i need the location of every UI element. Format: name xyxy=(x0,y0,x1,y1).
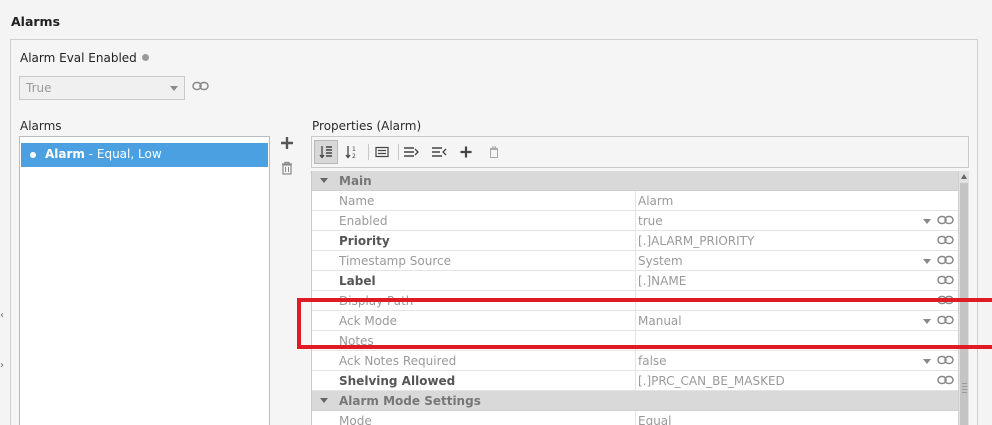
property-value-text: [.]ALARM_PRIORITY xyxy=(638,234,755,248)
property-value[interactable]: System xyxy=(635,251,935,271)
property-value[interactable]: [.]NAME xyxy=(635,271,935,291)
property-value-text: Alarm xyxy=(638,194,674,208)
alarms-list-label: Alarms xyxy=(20,119,62,133)
chevron-down-icon xyxy=(170,86,178,91)
property-value[interactable]: Equal xyxy=(635,411,935,425)
alarms-list[interactable]: Alarm - Equal, Low xyxy=(19,136,270,425)
collapse-triangle-icon xyxy=(320,178,328,183)
status-dot xyxy=(30,152,36,158)
svg-text:1: 1 xyxy=(352,146,356,153)
property-row-label[interactable]: Label [.]NAME xyxy=(312,271,959,291)
categorized-sort-icon xyxy=(319,146,332,159)
remove-property-button[interactable] xyxy=(482,140,506,164)
property-value[interactable]: [.]ALARM_PRIORITY xyxy=(635,231,935,251)
plus-icon xyxy=(460,146,472,158)
category-alarm-mode-settings[interactable]: Alarm Mode Settings xyxy=(312,391,959,411)
expand-all-button[interactable] xyxy=(399,140,423,164)
alarm-eval-value: True xyxy=(26,81,52,95)
list-item[interactable]: Alarm - Equal, Low xyxy=(21,143,268,167)
link-icon[interactable] xyxy=(937,254,954,268)
add-alarm-button[interactable] xyxy=(280,136,294,153)
property-value[interactable]: Alarm xyxy=(635,191,935,211)
alarm-name: Alarm xyxy=(45,147,85,161)
expand-all-icon xyxy=(404,147,419,157)
link-icon[interactable] xyxy=(937,374,954,388)
chevron-down-icon[interactable] xyxy=(923,359,931,364)
property-row-timestamp-source[interactable]: Timestamp Source System xyxy=(312,251,959,271)
properties-toolbar: 12 xyxy=(311,136,969,168)
link-icon[interactable] xyxy=(937,234,954,248)
description-button[interactable] xyxy=(370,140,394,164)
property-value-text: true xyxy=(638,214,663,228)
property-row-mode[interactable]: Mode Equal xyxy=(312,411,959,425)
collapse-triangle-icon xyxy=(320,398,328,403)
property-value[interactable]: [.]PRC_CAN_BE_MASKED xyxy=(635,371,935,391)
property-value[interactable]: true xyxy=(635,211,935,231)
chevron-down-icon[interactable] xyxy=(923,219,931,224)
link-icon[interactable] xyxy=(192,80,209,94)
link-icon[interactable] xyxy=(937,214,954,228)
chevron-right-icon: › xyxy=(0,360,4,371)
property-name: Timestamp Source xyxy=(339,254,452,268)
binding-status-dot xyxy=(142,54,149,61)
delete-alarm-button[interactable] xyxy=(281,161,293,178)
property-row-priority[interactable]: Priority [.]ALARM_PRIORITY xyxy=(312,231,959,251)
property-row-shelving-allowed[interactable]: Shelving Allowed [.]PRC_CAN_BE_MASKED xyxy=(312,371,959,391)
alarm-eval-label: Alarm Eval Enabled xyxy=(20,51,137,65)
collapse-all-button[interactable] xyxy=(427,140,451,164)
property-name: Enabled xyxy=(339,214,388,228)
property-name: Ack Notes Required xyxy=(339,354,457,368)
alarm-detail: - Equal, Low xyxy=(84,147,162,161)
category-main[interactable]: Main xyxy=(312,171,959,191)
add-property-button[interactable] xyxy=(454,140,478,164)
chevron-left-icon: ‹ xyxy=(0,310,4,321)
annotation-highlight-box xyxy=(297,298,992,349)
sort-numeric-icon: 12 xyxy=(345,146,356,159)
property-row-name[interactable]: Name Alarm xyxy=(312,191,959,211)
property-value-text: Equal xyxy=(638,414,672,425)
chevron-down-icon[interactable] xyxy=(923,259,931,264)
sort-alpha-button[interactable]: 12 xyxy=(340,140,364,164)
property-name: Priority xyxy=(339,234,390,248)
trash-icon xyxy=(490,146,498,158)
section-title: Alarms xyxy=(11,14,61,29)
category-title: Alarm Mode Settings xyxy=(339,394,481,408)
scroll-up-arrow-icon[interactable] xyxy=(961,174,967,179)
property-row-enabled[interactable]: Enabled true xyxy=(312,211,959,231)
sort-categorized-button[interactable] xyxy=(314,140,338,164)
property-value-text: [.]NAME xyxy=(638,274,687,288)
collapse-all-icon xyxy=(432,147,447,157)
category-title: Main xyxy=(339,174,372,188)
property-name: Name xyxy=(339,194,375,208)
collapse-handle[interactable]: ‹ › xyxy=(0,300,6,390)
link-icon[interactable] xyxy=(937,354,954,368)
property-value-text: System xyxy=(638,254,683,268)
property-name: Mode xyxy=(339,414,372,425)
alarm-eval-select[interactable]: True xyxy=(19,76,185,100)
grip-icon xyxy=(962,383,967,395)
properties-label: Properties (Alarm) xyxy=(312,119,422,133)
property-value-text: [.]PRC_CAN_BE_MASKED xyxy=(638,374,785,388)
list-card-icon xyxy=(375,146,389,158)
property-value-text: false xyxy=(638,354,667,368)
property-name: Label xyxy=(339,274,376,288)
property-row-ack-notes-required[interactable]: Ack Notes Required false xyxy=(312,351,959,371)
link-icon[interactable] xyxy=(937,274,954,288)
property-value[interactable]: false xyxy=(635,351,935,371)
trash-icon xyxy=(282,161,292,175)
property-name: Shelving Allowed xyxy=(339,374,456,388)
svg-text:2: 2 xyxy=(352,153,356,159)
plus-icon xyxy=(281,137,293,149)
